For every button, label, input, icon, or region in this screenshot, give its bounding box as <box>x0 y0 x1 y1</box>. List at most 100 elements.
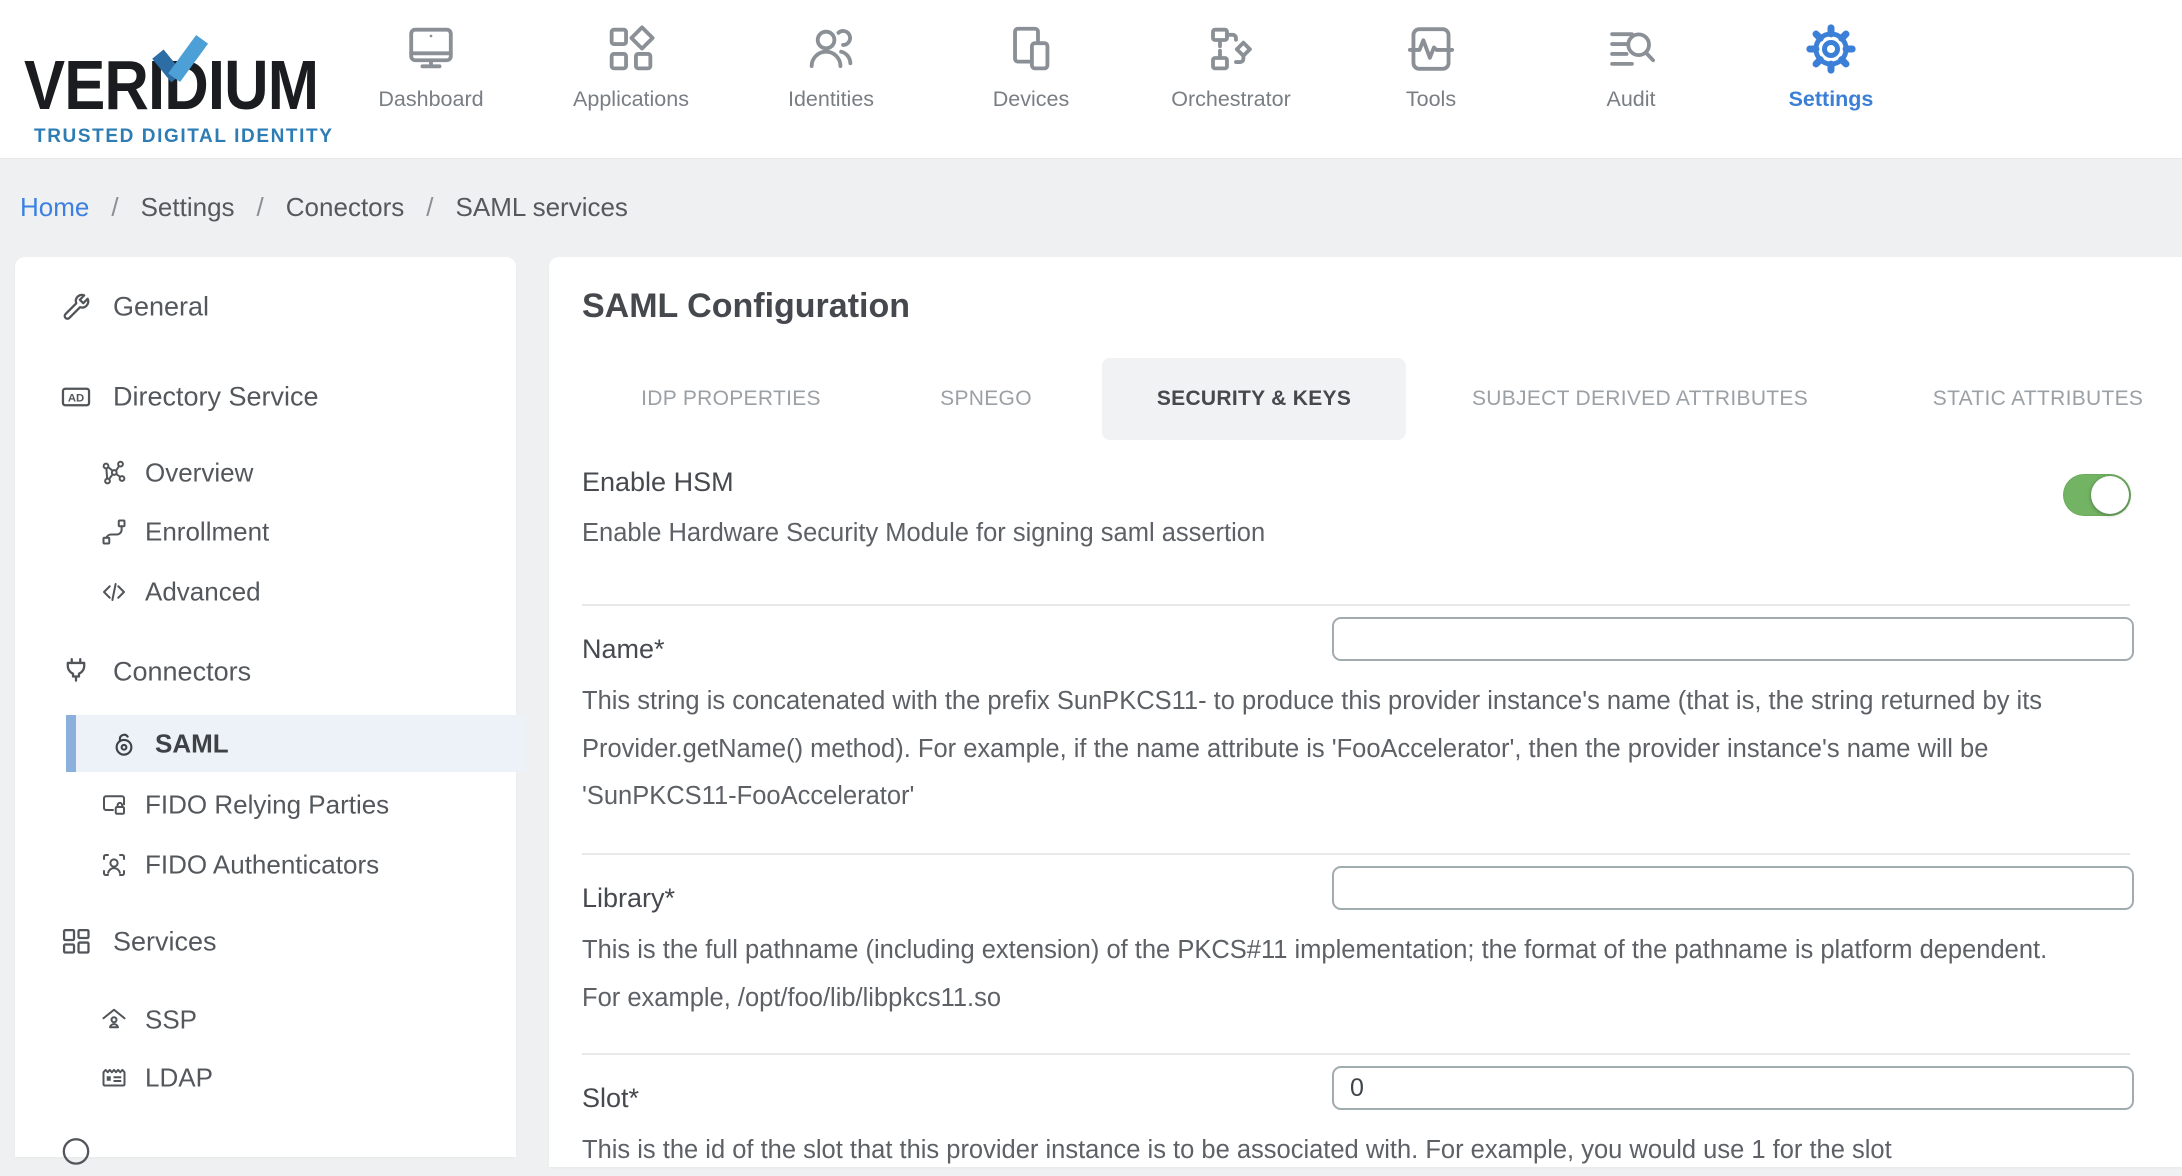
breadcrumb-settings[interactable]: Settings <box>141 192 235 223</box>
sidebar-item-label: Services <box>113 927 217 958</box>
nav-item-settings[interactable]: Settings <box>1731 0 1931 158</box>
sidebar-item-ssp[interactable]: SSP <box>15 994 516 1046</box>
monitor-icon <box>404 22 458 76</box>
library-input[interactable] <box>1332 866 2134 910</box>
sidebar-item-label: Enrollment <box>145 517 269 548</box>
sidebar-item-label: Connectors <box>113 657 251 688</box>
nav-label: Audit <box>1606 87 1655 112</box>
enrollment-path-icon <box>99 517 129 547</box>
sidebar-item-overview[interactable]: Overview <box>15 447 516 499</box>
sidebar-item-general[interactable]: General <box>15 281 516 333</box>
sidebar-item-label: SSP <box>145 1005 197 1036</box>
sidebar-item-advanced[interactable]: Advanced <box>15 566 516 618</box>
brand-tagline: TRUSTED DIGITAL IDENTITY <box>34 126 333 148</box>
breadcrumb-conectors[interactable]: Conectors <box>286 192 405 223</box>
network-nodes-icon <box>99 458 129 488</box>
nav-item-applications[interactable]: Applications <box>531 0 731 158</box>
people-icon <box>804 22 858 76</box>
nav-item-devices[interactable]: Devices <box>931 0 1131 158</box>
sidebar-item-enrollment[interactable]: Enrollment <box>15 506 516 558</box>
logo-checkmark-icon <box>152 34 208 86</box>
sidebar-item-label: SAML <box>155 728 229 759</box>
page-title: SAML Configuration <box>582 287 910 326</box>
divider <box>582 604 2130 606</box>
enable-hsm-toggle[interactable] <box>2063 474 2131 516</box>
tab-security-keys[interactable]: SECURITY & KEYS <box>1102 358 1406 440</box>
nav-item-dashboard[interactable]: Dashboard <box>331 0 531 158</box>
sidebar-item-partial[interactable] <box>15 1124 516 1176</box>
tab-spnego[interactable]: SPNEGO <box>940 358 1032 440</box>
sidebar-item-label: FIDO Authenticators <box>145 850 379 881</box>
slot-input[interactable] <box>1332 1066 2134 1110</box>
tab-idp-properties[interactable]: IDP PROPERTIES <box>641 358 821 440</box>
field-description: This is the full pathname (including ext… <box>582 927 2082 1022</box>
plug-icon <box>59 655 93 689</box>
sidebar-item-fido-authenticators[interactable]: FIDO Authenticators <box>15 839 516 891</box>
sidebar-item-fido-relying-parties[interactable]: FIDO Relying Parties <box>15 779 516 831</box>
sidebar-item-ldap[interactable]: LDAP <box>15 1052 516 1104</box>
flowchart-icon <box>1204 22 1258 76</box>
nav-label: Applications <box>573 87 689 112</box>
sidebar-item-connectors[interactable]: Connectors <box>15 646 516 698</box>
toggle-knob <box>2091 476 2129 514</box>
nav-item-identities[interactable]: Identities <box>731 0 931 158</box>
divider <box>582 853 2130 855</box>
nav-label: Settings <box>1789 87 1874 112</box>
ad-badge-icon: AD <box>59 380 93 414</box>
veridium-logo[interactable]: VERIDIUM TRUSTED DIGITAL IDENTITY <box>24 0 334 158</box>
nav-item-orchestrator[interactable]: Orchestrator <box>1131 0 1331 158</box>
wrench-icon <box>59 290 93 324</box>
svg-text:AD: AD <box>68 392 84 404</box>
nav-label: Identities <box>788 87 874 112</box>
field-description: This string is concatenated with the pre… <box>582 678 2082 821</box>
sidebar-item-saml[interactable]: SAML <box>66 715 526 772</box>
breadcrumb: Home / Settings / Conectors / SAML services <box>20 158 628 257</box>
sidebar-item-label: Directory Service <box>113 382 319 413</box>
nav-item-audit[interactable]: Audit <box>1531 0 1731 158</box>
field-description: This is the id of the slot that this pro… <box>582 1127 2082 1175</box>
sidebar-item-directory-service[interactable]: AD Directory Service <box>15 371 516 423</box>
primary-nav: Dashboard Applications Identities Devices Or… <box>331 0 1931 158</box>
id-card-icon <box>99 1063 129 1093</box>
devices-icon <box>1004 22 1058 76</box>
breadcrumb-home[interactable]: Home <box>20 192 89 223</box>
field-label: Name* <box>582 634 665 665</box>
circle-icon <box>59 1133 93 1167</box>
sidebar-item-label: FIDO Relying Parties <box>145 790 389 821</box>
tab-subject-derived-attributes[interactable]: SUBJECT DERIVED ATTRIBUTES <box>1472 358 1808 440</box>
breadcrumb-separator: / <box>111 192 118 223</box>
nav-label: Dashboard <box>378 87 483 112</box>
person-scan-icon <box>99 850 129 880</box>
apps-grid-icon <box>604 22 658 76</box>
sidebar-item-label: General <box>113 292 209 323</box>
saml-config-panel: SAML Configuration IDP PROPERTIES SPNEGO S… <box>549 257 2182 1167</box>
gear-icon <box>1804 22 1858 76</box>
sidebar-item-services[interactable]: Services <box>15 916 516 968</box>
sidebar-item-label: LDAP <box>145 1063 213 1094</box>
audit-search-icon <box>1604 22 1658 76</box>
open-lock-icon <box>109 729 139 759</box>
home-person-icon <box>99 1005 129 1035</box>
breadcrumb-separator: / <box>426 192 433 223</box>
sidebar-item-label: Advanced <box>145 577 261 608</box>
field-label: Slot* <box>582 1083 639 1114</box>
grid-icon <box>59 925 93 959</box>
divider <box>582 1053 2130 1055</box>
nav-label: Devices <box>993 87 1069 112</box>
enable-hsm-label: Enable HSM <box>582 467 734 498</box>
breadcrumb-saml-services: SAML services <box>456 192 628 223</box>
nav-label: Orchestrator <box>1171 87 1290 112</box>
sidebar-item-label: Overview <box>145 458 253 489</box>
nav-item-tools[interactable]: Tools <box>1331 0 1531 158</box>
settings-sidebar: General AD Directory Service Overview Enroll… <box>15 257 516 1157</box>
pulse-monitor-icon <box>1404 22 1458 76</box>
window-lock-icon <box>99 790 129 820</box>
top-nav-bar: VERIDIUM TRUSTED DIGITAL IDENTITY Dashbo… <box>0 0 2182 159</box>
tab-static-attributes[interactable]: STATIC ATTRIBUTES <box>1933 358 2143 440</box>
name-input[interactable] <box>1332 617 2134 661</box>
breadcrumb-separator: / <box>257 192 264 223</box>
nav-label: Tools <box>1406 87 1456 112</box>
field-label: Library* <box>582 883 675 914</box>
code-icon <box>99 577 129 607</box>
enable-hsm-description: Enable Hardware Security Module for sign… <box>582 519 1265 548</box>
